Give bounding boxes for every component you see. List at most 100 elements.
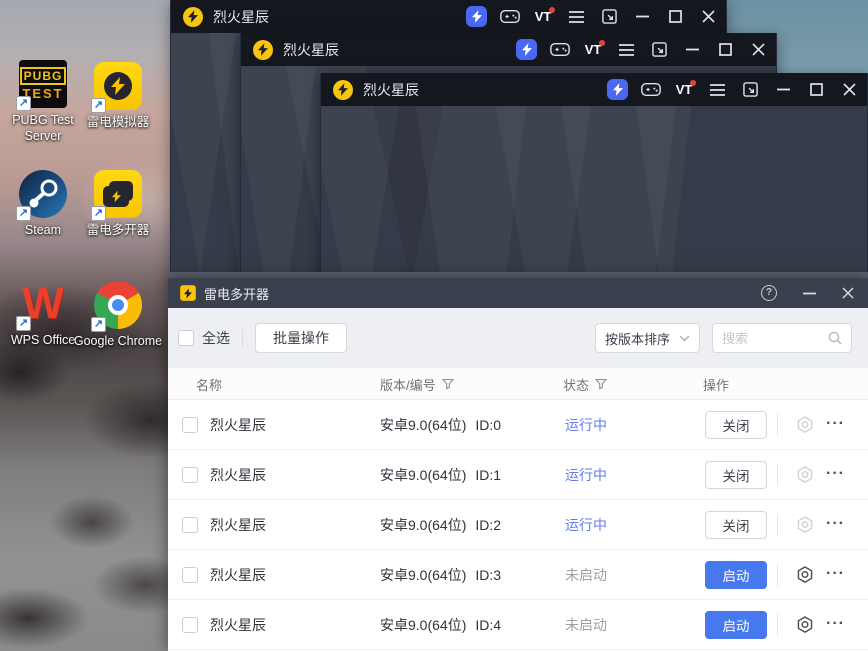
notification-dot bbox=[690, 79, 696, 86]
icon-label: 雷电多开器 bbox=[86, 223, 150, 237]
desktop-icon-ldplayer[interactable]: ↗ 雷电模拟器 bbox=[69, 62, 167, 130]
shortcut-arrow-icon: ↗ bbox=[16, 96, 31, 111]
chevron-down-icon bbox=[679, 335, 690, 341]
desktop-screen: PUBG TEST ↗ PUBG Test Server ↗ 雷电模拟器 ↗ S… bbox=[0, 0, 868, 651]
filter-icon[interactable] bbox=[595, 378, 608, 390]
row-checkbox[interactable] bbox=[182, 417, 198, 433]
ldplayer-ring bbox=[104, 72, 132, 100]
more-options-icon[interactable]: ··· bbox=[826, 562, 850, 586]
action-button[interactable]: 启动 bbox=[705, 561, 767, 589]
more-options-icon[interactable]: ··· bbox=[826, 612, 850, 636]
desktop-icon-google-chrome[interactable]: ↗ Google Chrome bbox=[69, 281, 167, 349]
emulator-window-3: 烈火星辰 VT bbox=[320, 73, 868, 280]
desktop-icon-multi-instance[interactable]: ↗ 雷电多开器 bbox=[69, 170, 167, 238]
settings-gear-icon[interactable] bbox=[795, 565, 815, 585]
ldplayer-logo-icon bbox=[183, 6, 203, 27]
pubg-icon: PUBG TEST ↗ bbox=[16, 60, 67, 111]
menu-icon[interactable] bbox=[566, 6, 586, 28]
manager-toolbar: 全选 批量操作 按版本排序 bbox=[168, 308, 868, 368]
instance-row: 烈火星辰 安卓9.0(64位) ID:0 运行中 关闭 ··· bbox=[168, 400, 868, 450]
instance-id: ID:4 bbox=[475, 617, 502, 633]
settings-gear-icon[interactable] bbox=[795, 415, 815, 435]
row-checkbox[interactable] bbox=[182, 567, 198, 583]
close-button[interactable] bbox=[839, 79, 859, 101]
boost-icon[interactable] bbox=[607, 79, 628, 100]
chrome-icon: ↗ bbox=[91, 281, 142, 332]
action-button[interactable]: 启动 bbox=[705, 611, 767, 639]
more-options-icon[interactable]: ··· bbox=[826, 512, 850, 536]
sort-dropdown[interactable]: 按版本排序 bbox=[595, 323, 700, 353]
instance-row: 烈火星辰 安卓9.0(64位) ID:4 未启动 启动 ··· bbox=[168, 600, 868, 650]
header-status: 状态 bbox=[563, 368, 608, 400]
emulator-titlebar[interactable]: 烈火星辰 VT bbox=[171, 0, 726, 33]
help-icon[interactable]: ? bbox=[761, 285, 777, 301]
vt-badge[interactable]: VT bbox=[533, 6, 555, 28]
instance-status: 未启动 bbox=[565, 567, 607, 583]
minimize-button[interactable] bbox=[773, 79, 793, 101]
gamepad-icon[interactable] bbox=[550, 39, 570, 61]
icon-label: Google Chrome bbox=[73, 334, 163, 348]
more-options-icon[interactable]: ··· bbox=[826, 412, 850, 436]
instance-status: 未启动 bbox=[565, 617, 607, 633]
mini-window-icon[interactable] bbox=[740, 79, 760, 101]
close-button[interactable] bbox=[842, 287, 854, 299]
manager-titlebar[interactable]: 雷电多开器 ? bbox=[168, 278, 868, 308]
instance-status: 运行中 bbox=[565, 517, 607, 533]
shortcut-arrow-icon: ↗ bbox=[91, 206, 106, 221]
menu-icon[interactable] bbox=[707, 79, 727, 101]
instance-row: 烈火星辰 安卓9.0(64位) ID:3 未启动 启动 ··· bbox=[168, 550, 868, 600]
multi-instance-icon: ↗ bbox=[91, 170, 142, 221]
vt-badge[interactable]: VT bbox=[674, 79, 696, 101]
action-button[interactable]: 关闭 bbox=[705, 511, 767, 539]
gamepad-icon[interactable] bbox=[641, 79, 661, 101]
action-button[interactable]: 关闭 bbox=[705, 411, 767, 439]
maximize-button[interactable] bbox=[715, 39, 735, 61]
row-checkbox[interactable] bbox=[182, 467, 198, 483]
action-button[interactable]: 关闭 bbox=[705, 461, 767, 489]
menu-icon[interactable] bbox=[616, 39, 636, 61]
steam-icon: ↗ bbox=[16, 170, 67, 221]
window-title: 烈火星辰 bbox=[363, 81, 419, 98]
settings-gear-icon[interactable] bbox=[795, 515, 815, 535]
shortcut-arrow-icon: ↗ bbox=[91, 98, 106, 113]
notification-dot bbox=[549, 6, 555, 13]
minimize-button[interactable] bbox=[682, 39, 702, 61]
gamepad-icon[interactable] bbox=[500, 6, 520, 28]
lightning-icon bbox=[111, 77, 125, 95]
ldplayer-logo-icon bbox=[333, 79, 353, 100]
filter-icon[interactable] bbox=[441, 378, 454, 390]
shortcut-arrow-icon: ↗ bbox=[91, 317, 106, 332]
more-options-icon[interactable]: ··· bbox=[826, 462, 850, 486]
minimize-button[interactable] bbox=[803, 292, 816, 295]
search-input[interactable] bbox=[722, 330, 828, 346]
settings-gear-icon[interactable] bbox=[795, 615, 815, 635]
select-all-checkbox[interactable] bbox=[178, 330, 194, 346]
emulator-titlebar[interactable]: 烈火星辰 VT bbox=[241, 33, 776, 66]
row-checkbox[interactable] bbox=[182, 517, 198, 533]
instance-name: 烈火星辰 bbox=[210, 617, 266, 633]
mini-window-icon[interactable] bbox=[649, 39, 669, 61]
window-title: 烈火星辰 bbox=[213, 8, 269, 25]
search-box[interactable] bbox=[712, 323, 852, 353]
emulator-titlebar[interactable]: 烈火星辰 VT bbox=[321, 73, 867, 106]
batch-operations-button[interactable]: 批量操作 bbox=[255, 323, 347, 353]
close-button[interactable] bbox=[698, 6, 718, 28]
boost-icon[interactable] bbox=[466, 6, 487, 27]
manager-window-title: 雷电多开器 bbox=[204, 286, 270, 302]
row-divider bbox=[777, 514, 778, 536]
emulator-content bbox=[321, 106, 867, 279]
close-button[interactable] bbox=[748, 39, 768, 61]
toolbar-divider bbox=[242, 329, 243, 347]
boost-icon[interactable] bbox=[516, 39, 537, 60]
mini-window-icon[interactable] bbox=[599, 6, 619, 28]
maximize-button[interactable] bbox=[665, 6, 685, 28]
instance-name: 烈火星辰 bbox=[210, 467, 266, 483]
minimize-button[interactable] bbox=[632, 6, 652, 28]
vt-badge[interactable]: VT bbox=[583, 39, 605, 61]
stacked-cards bbox=[103, 181, 133, 207]
settings-gear-icon[interactable] bbox=[795, 465, 815, 485]
notification-dot bbox=[599, 39, 605, 46]
row-checkbox[interactable] bbox=[182, 617, 198, 633]
ldplayer-icon: ↗ bbox=[91, 62, 142, 113]
maximize-button[interactable] bbox=[806, 79, 826, 101]
